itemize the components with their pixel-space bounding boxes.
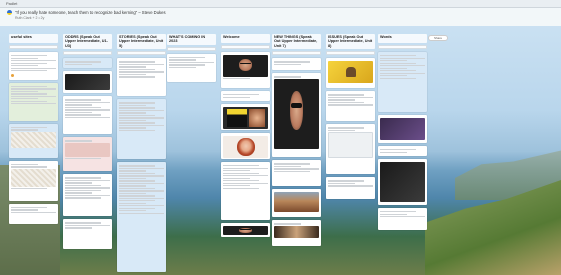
- column-title: NEW THINGS (Speak Out Upper Intermediate…: [272, 34, 321, 50]
- post-image: [223, 226, 268, 235]
- column-stories: STORIES (Speak Out Upper Intermediate, U…: [117, 34, 166, 273]
- column-title: Words: [378, 34, 427, 43]
- post-card[interactable]: [378, 208, 427, 230]
- post-card[interactable]: [378, 159, 427, 205]
- column-oddrs: ODDRS (Speak Out Upper Intermediate, U1-…: [63, 34, 112, 250]
- post-image: [223, 136, 268, 158]
- post-image: [11, 131, 56, 148]
- column-title: STORIES (Speak Out Upper Intermediate, U…: [117, 34, 166, 50]
- post-card[interactable]: [272, 160, 321, 187]
- column-issues: ISSUES (Speak Out Upper Intermediate, Un…: [326, 34, 375, 200]
- post-image: [65, 74, 110, 91]
- post-card[interactable]: [167, 53, 216, 82]
- post-card[interactable]: [63, 137, 112, 172]
- post-card[interactable]: [9, 123, 58, 158]
- column-welcome: Welcome: [221, 34, 270, 237]
- post-image: [65, 142, 110, 157]
- post-card[interactable]: [9, 52, 58, 80]
- column-title: Welcome: [221, 34, 270, 43]
- post-card[interactable]: [221, 133, 270, 159]
- post-card[interactable]: [326, 177, 375, 200]
- column-words: Words: [378, 34, 427, 230]
- post-card[interactable]: [117, 99, 166, 160]
- post-card[interactable]: [326, 58, 375, 89]
- post-card[interactable]: [326, 124, 375, 175]
- column-title: ISSUES (Speak Out Upper Intermediate, Un…: [326, 34, 375, 50]
- author-avatar: [11, 74, 14, 78]
- post-card[interactable]: [9, 82, 58, 121]
- post-image: [11, 168, 56, 187]
- post-card[interactable]: [221, 52, 270, 88]
- post-card[interactable]: [63, 58, 112, 69]
- ukraine-flag-icon: [7, 10, 12, 15]
- browser-topbar: Padlet: [0, 0, 561, 8]
- column-new-things: NEW THINGS (Speak Out Upper Intermediate…: [272, 34, 321, 247]
- column-title: ODDRS (Speak Out Upper Intermediate, U1-…: [63, 34, 112, 50]
- post-image: [223, 107, 268, 129]
- post-image: [223, 55, 268, 77]
- post-image: [274, 192, 319, 213]
- add-post-button[interactable]: [378, 45, 427, 49]
- post-image: [380, 118, 425, 140]
- post-card[interactable]: [9, 203, 58, 224]
- add-post-button[interactable]: [221, 45, 270, 49]
- post-card[interactable]: [117, 162, 166, 273]
- post-card[interactable]: [221, 162, 270, 220]
- add-post-button[interactable]: [117, 51, 166, 56]
- add-post-button[interactable]: [9, 45, 58, 49]
- add-post-button[interactable]: [167, 46, 216, 51]
- post-card[interactable]: [221, 223, 270, 237]
- post-card[interactable]: [378, 115, 427, 143]
- post-card[interactable]: [221, 91, 270, 101]
- add-post-button[interactable]: [272, 51, 321, 56]
- post-image: [274, 78, 319, 149]
- post-card[interactable]: [326, 91, 375, 122]
- post-card[interactable]: [272, 73, 321, 158]
- column-title: WHAT'S COMING IN 2023: [167, 34, 216, 45]
- post-card[interactable]: [272, 189, 321, 218]
- post-card[interactable]: [378, 52, 427, 112]
- column-useful-sites: useful sites: [9, 34, 58, 224]
- post-image: [328, 61, 373, 84]
- column-whats-coming: WHAT'S COMING IN 2023: [167, 34, 216, 82]
- post-card[interactable]: [63, 96, 112, 135]
- post-card[interactable]: [272, 220, 321, 247]
- post-card[interactable]: [221, 104, 270, 130]
- share-button[interactable]: Share: [428, 35, 448, 41]
- post-card[interactable]: [63, 219, 112, 250]
- post-card[interactable]: [63, 71, 112, 94]
- post-card[interactable]: [63, 174, 112, 217]
- post-image: [274, 225, 319, 238]
- post-image: [328, 132, 373, 159]
- post-card[interactable]: [272, 58, 321, 71]
- brand-label: Padlet: [6, 1, 18, 6]
- board-subtitle: Ruth Clark + 2 • 2y: [15, 16, 45, 20]
- post-card[interactable]: [378, 146, 427, 156]
- post-image: [380, 162, 425, 202]
- post-card[interactable]: [117, 58, 166, 97]
- post-card[interactable]: [9, 160, 58, 201]
- add-post-button[interactable]: [326, 51, 375, 56]
- column-title: useful sites: [9, 34, 58, 43]
- add-post-button[interactable]: [63, 51, 112, 56]
- board-title: "If you really hate someone, teach them …: [15, 10, 166, 15]
